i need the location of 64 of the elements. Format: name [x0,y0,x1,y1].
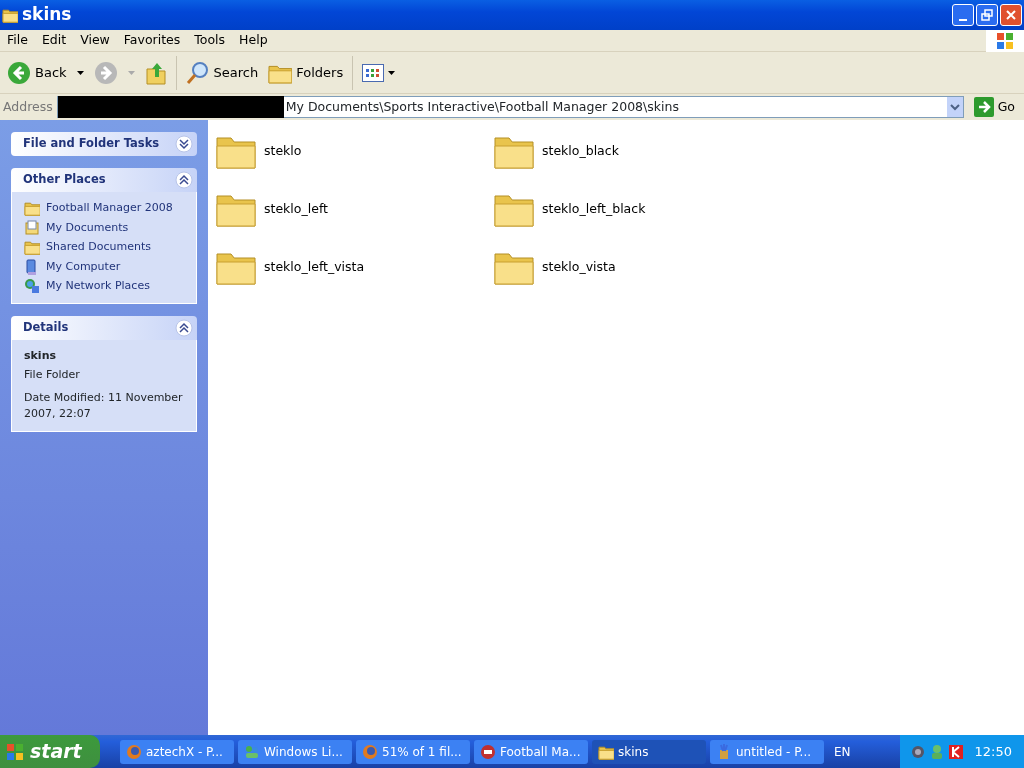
tasks-panel-header[interactable]: File and Folder Tasks [11,132,197,156]
caret-icon [127,71,135,76]
speaker-icon [909,743,926,760]
taskbar-button[interactable]: skins [592,739,706,764]
restore-icon [981,9,993,21]
taskbar-button[interactable]: 51% of 1 fil... [356,739,470,764]
folder-icon [2,7,18,23]
documents-icon [24,219,40,236]
minimize-button[interactable] [952,4,974,26]
globe-icon [126,743,142,760]
modified-date: Date Modified: 11 November 2007, 22:07 [24,389,184,422]
restore-button[interactable] [976,4,998,26]
place-link[interactable]: Shared Documents [24,239,184,256]
item-name: skins [24,347,57,364]
language-indicator[interactable]: EN [834,742,851,761]
folder-icon [24,239,40,256]
window-title: skins [22,3,72,27]
folder-item[interactable]: steklo_black [494,130,772,188]
search-button[interactable]: Search [182,58,262,87]
item-type: File Folder [24,367,81,383]
address-field[interactable]: My Documents\Sports Interactive\Football Manager 2008\skins [56,96,964,118]
taskbar-button[interactable]: Football Ma... [474,739,588,764]
folder-item[interactable]: steklo_left_black [494,188,772,246]
caret-icon [76,71,84,76]
globe-icon [362,743,378,760]
close-icon [1005,9,1017,21]
k-shield-icon [947,743,964,760]
menu-item[interactable]: Edit [34,31,74,50]
details-panel-header[interactable]: Details [11,315,197,340]
views-icon [362,63,385,82]
folder-icon [24,200,40,217]
taskbar-button[interactable]: untitled - P... [710,739,824,764]
network-icon [24,278,40,295]
place-link[interactable]: My Network Places [24,278,184,295]
windows-flag-icon [6,742,24,761]
back-button[interactable]: Back [4,58,87,87]
places-panel-header[interactable]: Other Places [11,168,197,192]
taskbar-button[interactable]: Windows Li... [238,739,352,764]
clock: 12:50 [974,742,1012,761]
menu-item[interactable]: Help [232,31,275,50]
menu-item[interactable]: Favorites [116,31,188,50]
folder-item[interactable]: steklo_left_vista [216,246,494,304]
menu-item[interactable]: Tools [187,31,233,50]
go-button[interactable]: Go [967,97,1021,117]
search-icon [185,60,210,85]
folder-item[interactable]: steklo_vista [494,246,772,304]
start-button[interactable]: start [0,735,100,768]
minimize-icon [959,19,967,21]
close-button[interactable] [1000,4,1022,26]
taskbar-button[interactable]: aztechX - P... [120,739,234,764]
place-link[interactable]: Football Manager 2008 [24,200,184,217]
arrow-right-icon [973,97,994,117]
windows-flag-icon [996,31,1014,50]
address-label: Address [3,97,53,116]
menu-item[interactable]: File [0,31,35,50]
place-link[interactable]: My Documents [24,219,184,236]
folders-button[interactable]: Folders [265,59,347,86]
people-icon [244,743,260,760]
place-link[interactable]: My Computer [24,258,184,275]
round-logo-icon [480,743,496,760]
menu-item[interactable]: View [73,31,117,50]
folder-item[interactable]: steklo [216,130,494,188]
caret-icon [388,70,396,75]
folder-item[interactable]: steklo_left [216,188,494,246]
